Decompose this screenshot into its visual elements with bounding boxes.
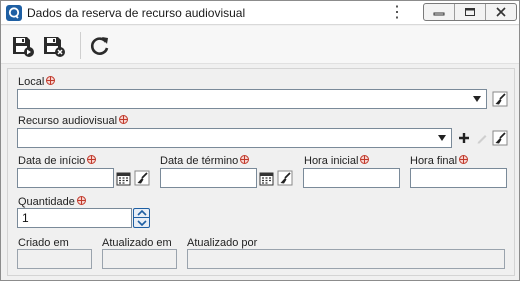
chevron-down-icon [136, 219, 147, 226]
save-and-close-icon [44, 37, 65, 57]
data-termino-field[interactable] [160, 168, 257, 188]
hora-inicial-field[interactable] [303, 168, 400, 188]
refresh-icon [91, 37, 109, 55]
required-icon [119, 115, 129, 124]
maximize-icon [465, 8, 475, 16]
required-icon [360, 155, 370, 164]
quantidade-stepper [133, 208, 150, 228]
clear-recurso-button[interactable] [491, 128, 508, 148]
data-inicio-label: Data de início [18, 155, 97, 167]
data-inicio-field[interactable] [17, 168, 114, 188]
calendar-icon [259, 172, 274, 185]
data-inicio-calendar-button[interactable] [115, 168, 132, 188]
minimize-icon [433, 12, 445, 16]
hora-inicial-label: Hora inicial [304, 155, 370, 167]
toolbar [1, 26, 519, 64]
data-termino-label: Data de término [160, 155, 250, 167]
plus-icon [458, 133, 469, 143]
window-controls [423, 3, 517, 21]
recurso-select[interactable] [17, 128, 452, 148]
more-options-icon[interactable]: ⋮ [389, 4, 405, 22]
app-logo-icon [6, 5, 22, 21]
save-and-new-button[interactable] [11, 34, 35, 58]
decrement-button[interactable] [134, 218, 149, 227]
add-recurso-button[interactable] [455, 128, 472, 148]
clear-data-termino-button[interactable] [276, 168, 293, 188]
local-select[interactable] [17, 89, 487, 109]
toolbar-divider [80, 32, 81, 59]
atualizado-por-field [187, 249, 505, 269]
local-label: Local [18, 76, 56, 88]
title-bar: Dados da reserva de recurso audiovisual … [1, 1, 519, 25]
increment-button[interactable] [134, 209, 149, 218]
pencil-icon [477, 135, 486, 144]
clear-local-button[interactable] [491, 89, 508, 109]
eraser-icon [277, 170, 292, 186]
chevron-down-icon [473, 96, 481, 102]
chevron-up-icon [136, 210, 147, 216]
required-icon [87, 155, 97, 164]
quantidade-label: Quantidade [18, 196, 86, 208]
calendar-icon [116, 172, 131, 185]
reservation-form: Local Recurso audiovisual Data de início… [7, 68, 515, 276]
required-icon [459, 155, 469, 164]
hora-final-label: Hora final [410, 155, 469, 167]
save-and-new-icon [13, 37, 34, 57]
required-icon [240, 155, 250, 164]
criado-em-label: Criado em [18, 237, 69, 249]
close-icon [496, 7, 506, 17]
window-title: Dados da reserva de recurso audiovisual [27, 6, 246, 20]
refresh-button[interactable] [88, 34, 112, 58]
atualizado-em-label: Atualizado em [102, 237, 172, 249]
hora-final-field[interactable] [410, 168, 507, 188]
minimize-button[interactable] [424, 4, 455, 20]
quantidade-field[interactable]: 1 [17, 208, 132, 228]
data-termino-calendar-button[interactable] [258, 168, 275, 188]
dialog-window: Dados da reserva de recurso audiovisual … [0, 0, 520, 281]
recurso-label: Recurso audiovisual [18, 115, 129, 127]
maximize-button[interactable] [455, 4, 486, 20]
atualizado-em-field [102, 249, 177, 269]
clear-data-inicio-button[interactable] [133, 168, 150, 188]
required-icon [46, 76, 56, 85]
atualizado-por-label: Atualizado por [187, 237, 258, 249]
eraser-icon [492, 130, 507, 146]
eraser-icon [492, 91, 507, 107]
required-icon [76, 196, 86, 205]
save-and-close-button[interactable] [42, 34, 66, 58]
chevron-down-icon [438, 135, 446, 141]
eraser-icon [134, 170, 149, 186]
criado-em-field [17, 249, 92, 269]
close-button[interactable] [486, 4, 516, 20]
edit-recurso-button [473, 128, 490, 148]
